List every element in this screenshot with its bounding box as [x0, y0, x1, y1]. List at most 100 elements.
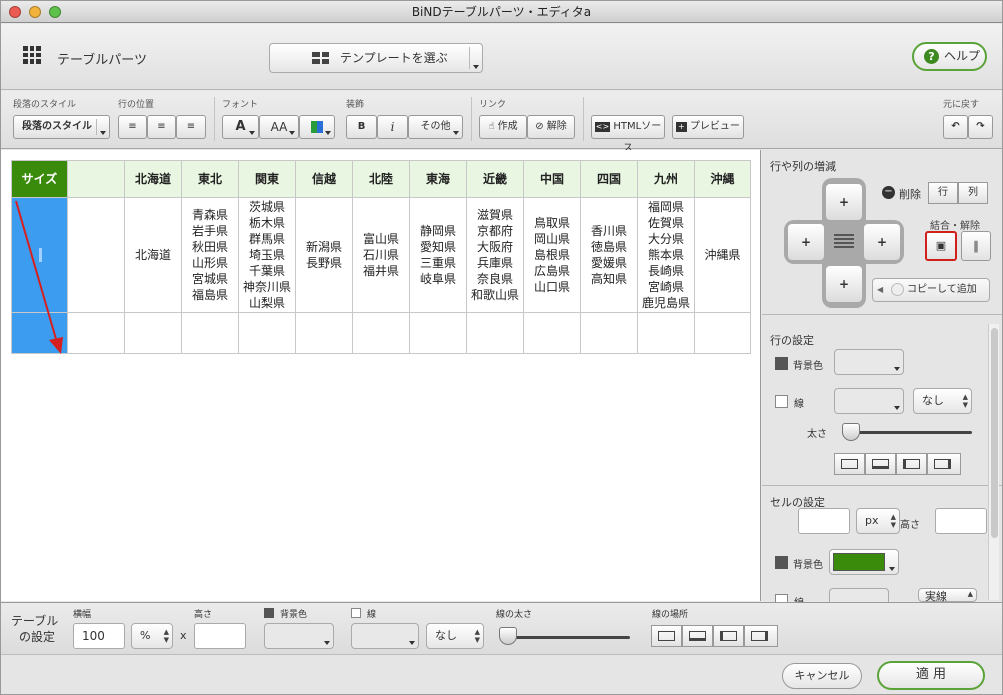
table-border-bottom-button[interactable]	[682, 625, 713, 647]
table-cell[interactable]	[637, 312, 695, 354]
copy-add-button[interactable]: ◀ コピーして追加	[872, 278, 990, 302]
table-line-color-select[interactable]	[351, 623, 419, 649]
table-border-left-button[interactable]	[713, 625, 744, 647]
template-select[interactable]: テンプレートを選ぶ	[269, 43, 483, 73]
cancel-button[interactable]: キャンセル	[782, 663, 862, 689]
table-thickness-track[interactable]	[506, 636, 630, 639]
row-line-color-select[interactable]	[834, 388, 904, 414]
cell-line-style-select[interactable]: 実線 ▲	[918, 588, 977, 603]
font-size-button[interactable]: AA	[259, 115, 299, 139]
table-cell[interactable]	[580, 312, 638, 354]
merge-cells-button[interactable]: ▣	[925, 231, 957, 261]
help-button[interactable]: ? ヘルプ	[912, 42, 987, 71]
header-cell[interactable]: 北海道	[124, 160, 182, 198]
table-cell[interactable]: 福岡県 佐賀県 大分県 熊本県 長崎県 宮崎県 鹿児島県	[637, 197, 695, 313]
add-row-below-button[interactable]: +	[826, 266, 862, 302]
row-bg-select[interactable]	[834, 349, 904, 375]
header-cell[interactable]: サイズ	[11, 160, 68, 198]
row-thickness-slider[interactable]	[842, 423, 860, 441]
table-line-checkbox[interactable]	[351, 608, 361, 618]
table-width-input[interactable]: 100	[73, 623, 125, 649]
add-row-above-button[interactable]: +	[826, 184, 862, 220]
color-palette-button[interactable]	[299, 115, 335, 139]
split-cells-button[interactable]: ∥	[961, 231, 991, 261]
header-cell[interactable]: 東海	[409, 160, 467, 198]
cell-height-input[interactable]	[935, 508, 987, 534]
table-cell[interactable]	[694, 312, 751, 354]
add-col-left-button[interactable]: +	[788, 224, 824, 260]
table-cell[interactable]	[409, 312, 467, 354]
table-cell[interactable]: 鳥取県 岡山県 島根県 広島県 山口県	[523, 197, 581, 313]
redo-button[interactable]: ↷	[968, 115, 993, 139]
delete-col-button[interactable]: 列	[958, 182, 988, 204]
bold-button[interactable]: B	[346, 115, 377, 139]
header-cell[interactable]: 近畿	[466, 160, 524, 198]
table-cell[interactable]: 北海道	[124, 197, 182, 313]
undo-button[interactable]: ↶	[943, 115, 968, 139]
align-left-button[interactable]: ≡	[118, 115, 147, 139]
table-cell[interactable]: 静岡県 愛知県 三重県 岐阜県	[409, 197, 467, 313]
table-cell[interactable]	[238, 312, 296, 354]
font-color-button[interactable]: A	[222, 115, 259, 139]
italic-button[interactable]: i	[377, 115, 408, 139]
header-cell[interactable]	[67, 160, 125, 198]
header-cell[interactable]: 信越	[295, 160, 353, 198]
html-source-button[interactable]: <> HTMLソース	[591, 115, 665, 154]
zoom-window-button[interactable]	[49, 6, 61, 18]
table-cell[interactable]	[523, 312, 581, 354]
other-decoration-button[interactable]: その他	[408, 115, 463, 139]
table-cell[interactable]	[352, 312, 410, 354]
add-col-right-button[interactable]: +	[864, 224, 900, 260]
selected-cell[interactable]	[11, 312, 68, 354]
header-cell[interactable]: 東北	[181, 160, 239, 198]
cell-unit-select[interactable]: px ▲ ▼	[856, 508, 900, 534]
table-cell[interactable]: 新潟県 長野県	[295, 197, 353, 313]
row-line-style-select[interactable]: なし ▲ ▼	[913, 388, 972, 414]
table-cell[interactable]: 滋賀県 京都府 大阪府 兵庫県 奈良県 和歌山県	[466, 197, 524, 313]
header-cell[interactable]: 中国	[523, 160, 581, 198]
header-cell[interactable]: 北陸	[352, 160, 410, 198]
header-cell[interactable]: 沖縄	[694, 160, 751, 198]
table-cell[interactable]: 沖縄県	[694, 197, 751, 313]
table-cell[interactable]	[124, 312, 182, 354]
table-cell[interactable]: 青森県 岩手県 秋田県 山形県 宮城県 福島県	[181, 197, 239, 313]
row-thickness-track[interactable]	[842, 431, 972, 434]
table-cell[interactable]	[67, 312, 125, 354]
table-cell[interactable]: 香川県 徳島県 愛媛県 高知県	[580, 197, 638, 313]
align-center-button[interactable]: ≡	[147, 115, 176, 139]
table-cell[interactable]	[466, 312, 524, 354]
header-cell[interactable]: 関東	[238, 160, 296, 198]
table-height-input[interactable]	[194, 623, 246, 649]
table-cell[interactable]: 富山県 石川県 福井県	[352, 197, 410, 313]
minimize-window-button[interactable]	[29, 6, 41, 18]
link-create-button[interactable]: ☝ 作成	[479, 115, 527, 139]
cell-width-input[interactable]	[798, 508, 850, 534]
table-border-all-button[interactable]	[651, 625, 682, 647]
scrollbar-thumb[interactable]	[991, 328, 998, 538]
row-line-checkbox[interactable]	[775, 395, 788, 408]
table-line-style-select[interactable]: なし ▲ ▼	[426, 623, 484, 649]
row-border-left-button[interactable]	[896, 453, 927, 475]
table-cell[interactable]	[295, 312, 353, 354]
preview-button[interactable]: + プレビュー	[672, 115, 744, 139]
header-cell[interactable]: 九州	[637, 160, 695, 198]
para-style-select[interactable]: 段落のスタイル	[13, 115, 110, 139]
close-window-button[interactable]	[9, 6, 21, 18]
align-right-button[interactable]: ≡	[176, 115, 206, 139]
apply-button[interactable]: 適 用	[877, 661, 985, 690]
table-border-right-button[interactable]	[744, 625, 778, 647]
table-bg-select[interactable]	[264, 623, 334, 649]
table-thickness-slider[interactable]	[499, 627, 517, 645]
table-cell[interactable]	[181, 312, 239, 354]
row-border-bottom-button[interactable]	[865, 453, 896, 475]
header-cell[interactable]: 四国	[580, 160, 638, 198]
row-border-right-button[interactable]	[927, 453, 961, 475]
table-cell[interactable]	[67, 197, 125, 313]
table-cell[interactable]: 茨城県 栃木県 群馬県 埼玉県 千葉県 神奈川県 山梨県	[238, 197, 296, 313]
link-remove-button[interactable]: ⊘ 解除	[527, 115, 575, 139]
settings-scrollbar[interactable]	[988, 324, 999, 600]
row-border-all-button[interactable]	[834, 453, 865, 475]
delete-row-button[interactable]: 行	[928, 182, 958, 204]
table-width-unit-select[interactable]: % ▲ ▼	[131, 623, 173, 649]
cell-bg-select[interactable]	[829, 549, 899, 575]
